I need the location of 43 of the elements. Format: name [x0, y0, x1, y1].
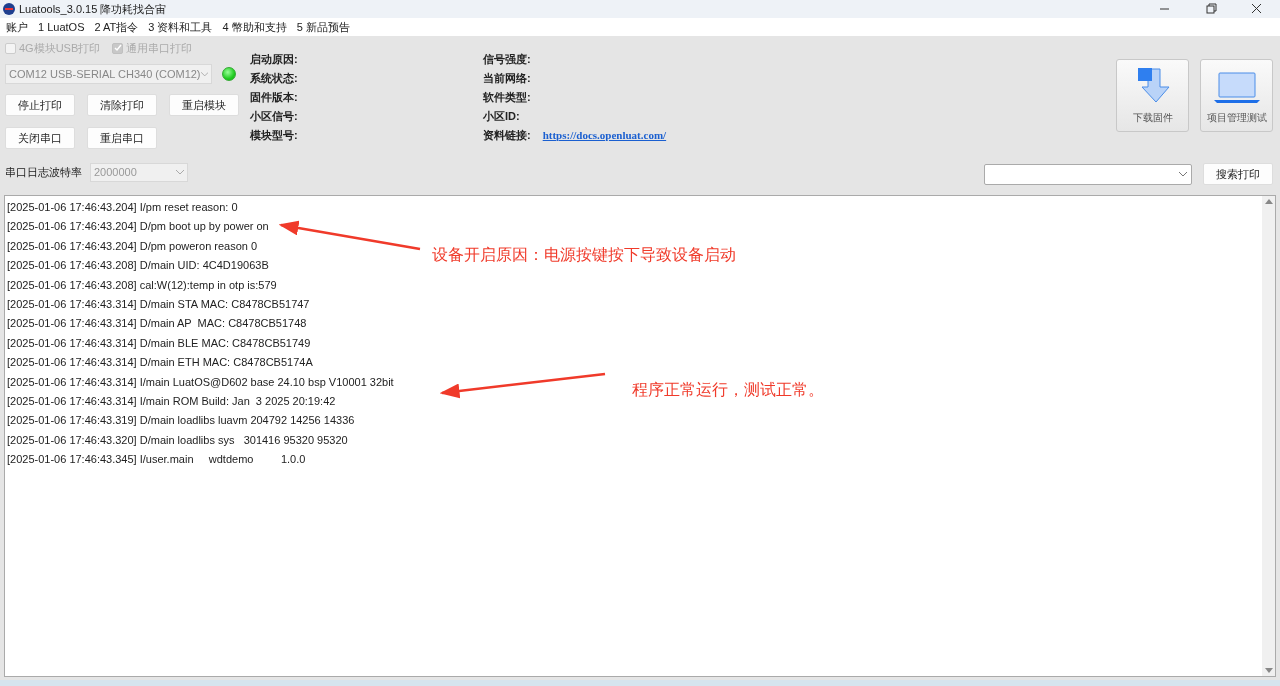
- menu-item[interactable]: 账户: [6, 18, 28, 36]
- log-line: [2025-01-06 17:46:43.208] cal:W(12):temp in otp is:579: [7, 277, 277, 293]
- info-label: 模块型号:: [250, 128, 299, 142]
- log-line: [2025-01-06 17:46:43.314] D/main STA MAC: C8478CB51747: [7, 296, 310, 312]
- tool-button[interactable]: 项目管理测试: [1200, 59, 1273, 132]
- log-line: [2025-01-06 17:46:43.314] D/main ETH MAC: C8478CB5174A: [7, 355, 313, 371]
- action-button[interactable]: 重启模块: [169, 94, 239, 116]
- log-line: [2025-01-06 17:46:43.314] D/main AP MAC: C8478CB51748: [7, 316, 307, 332]
- info-label: 启动原因:: [250, 52, 299, 66]
- info-label: 当前网络:: [483, 71, 531, 85]
- info-label: 小区信号:: [250, 109, 299, 123]
- baud-rate-label: 串口日志波特率: [5, 165, 82, 181]
- action-button[interactable]: 重启串口: [87, 127, 157, 149]
- log-line: [2025-01-06 17:46:43.204] D/pm boot up by power on: [7, 219, 269, 235]
- info-label: 小区ID:: [483, 109, 520, 123]
- window-title: Luatools_3.0.15 降功耗找合宙: [19, 1, 167, 17]
- menu-item[interactable]: 3 资料和工具: [148, 18, 213, 36]
- log-line: [2025-01-06 17:46:43.319] D/main loadlibs luavm 204792 14256 14336: [7, 413, 355, 429]
- docs-link[interactable]: https://docs.openluat.com/: [542, 128, 667, 142]
- log-line: [2025-01-06 17:46:43.208] D/main UID: 4C4D19063B: [7, 258, 269, 274]
- menu-item[interactable]: 2 AT指令: [94, 18, 139, 36]
- search-print-button[interactable]: 搜索打印: [1203, 163, 1273, 185]
- tool-button[interactable]: 下载固件: [1116, 59, 1189, 132]
- log-line: [2025-01-06 17:46:43.204] D/pm poweron reason 0: [7, 238, 258, 254]
- log-line: [2025-01-06 17:46:43.314] I/main ROM Build: Jan 3 2025 20:19:42: [7, 393, 336, 409]
- log-line: [2025-01-06 17:46:43.204] I/pm reset reason: 0: [7, 200, 238, 215]
- menu-item[interactable]: 1 LuatOS: [38, 18, 85, 36]
- log-line: [2025-01-06 17:46:43.314] D/main BLE MAC: C8478CB51749: [7, 335, 311, 351]
- info-label: 系统状态:: [250, 71, 299, 85]
- log-line: [2025-01-06 17:46:43.314] I/main LuatOS@D602 base 24.10 bsp V10001 32bit: [7, 374, 394, 390]
- log-line: [2025-01-06 17:46:43.345] I/user.main wdtdemo 1.0.0: [7, 452, 306, 468]
- info-label: 软件类型:: [483, 90, 531, 104]
- menu-item[interactable]: 5 新品预告: [296, 18, 350, 36]
- info-label: 信号强度:: [483, 52, 531, 66]
- annotation-text: 程序正常运行，测试正常。: [632, 380, 824, 400]
- log-line: [2025-01-06 17:46:43.320] D/main loadlibs sys 301416 95320 95320: [7, 432, 348, 448]
- action-button[interactable]: 停止打印: [5, 94, 75, 116]
- info-label: 固件版本:: [250, 90, 299, 104]
- menu-item[interactable]: 4 幣助和支持: [222, 18, 287, 36]
- annotation-text: 设备开启原因：电源按键按下导致设备启动: [432, 245, 736, 265]
- action-button[interactable]: 关闭串口: [5, 127, 75, 149]
- action-button[interactable]: 清除打印: [87, 94, 157, 116]
- info-label: 资料链接:: [483, 128, 531, 142]
